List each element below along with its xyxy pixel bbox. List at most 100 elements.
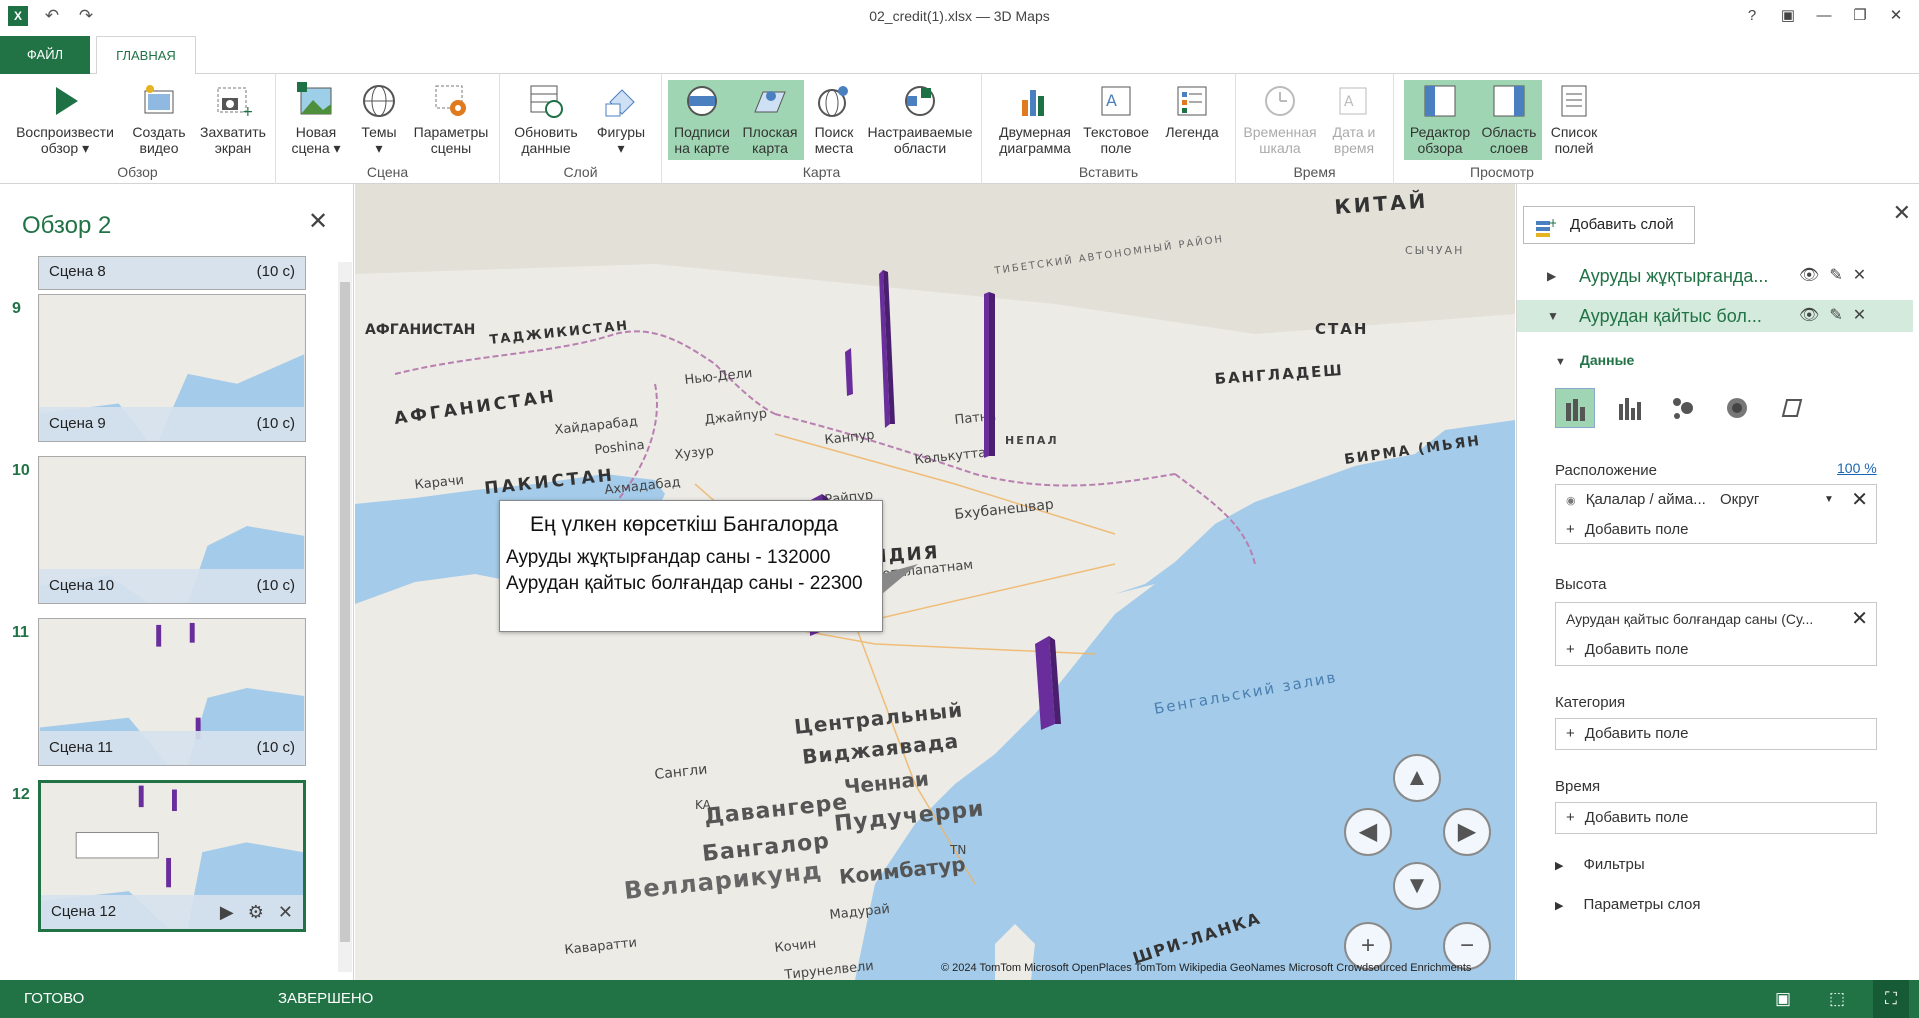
pencil-icon[interactable]: ✎ bbox=[1829, 300, 1842, 332]
data-section-header[interactable]: ▼ Данные bbox=[1555, 352, 1634, 368]
eye-icon[interactable]: 👁 bbox=[1799, 300, 1819, 332]
ribbon-group-tour: Воспроизвести обзор ▾ Создать видео + За… bbox=[0, 74, 276, 184]
gear-icon[interactable]: ⚙ bbox=[248, 895, 264, 929]
field-list-button[interactable]: Список полей bbox=[1544, 80, 1604, 160]
tour-editor-pane: Обзор 2 ✕ Сцена 8 (10 с) 9 Сцена 9 (10 с) … bbox=[0, 184, 354, 980]
location-field-name: Қалалар / айма... bbox=[1585, 491, 1706, 508]
svg-text:A: A bbox=[1344, 94, 1354, 110]
pan-right-button[interactable]: ▶ bbox=[1443, 808, 1491, 856]
time-field-box: + Добавить поле bbox=[1555, 802, 1877, 834]
add-field-row[interactable]: + Добавить поле bbox=[1556, 635, 1876, 665]
map-canvas[interactable]: АФГАНИСТАН АФГАНИСТАН АФГАНИСТАН ТАДЖИКИ… bbox=[355, 184, 1515, 980]
capture-screen-button[interactable]: + Захватить экран bbox=[196, 80, 270, 160]
scene-card-8[interactable]: Сцена 8 (10 с) bbox=[38, 256, 306, 290]
flat-map-button[interactable]: Плоская карта bbox=[736, 80, 804, 160]
scrollbar[interactable] bbox=[338, 262, 352, 972]
calendar-icon: A bbox=[1335, 82, 1373, 120]
timeline-button[interactable]: Временная шкала bbox=[1240, 80, 1320, 160]
maximize-button[interactable]: ❐ bbox=[1847, 4, 1873, 28]
stacked-column-icon[interactable] bbox=[1555, 388, 1595, 428]
collapse-icon[interactable]: ▼ bbox=[1547, 300, 1559, 332]
filters-section[interactable]: ▶ Фильтры bbox=[1555, 856, 1645, 873]
date-time-button[interactable]: A Дата и время bbox=[1322, 80, 1386, 160]
bubble-icon[interactable] bbox=[1663, 388, 1703, 428]
height-field-row[interactable]: Аурудан қайтыс болғандар саны (Су... ✕ bbox=[1556, 603, 1876, 635]
data-bar[interactable] bbox=[984, 292, 995, 458]
scene-card-11[interactable]: Сцена 11 (10 с) bbox=[38, 618, 306, 766]
create-video-button[interactable]: Создать видео bbox=[124, 80, 194, 160]
legend-button[interactable]: Легенда bbox=[1156, 80, 1228, 160]
delete-icon[interactable]: ✕ bbox=[1853, 260, 1866, 292]
scene-card-10[interactable]: Сцена 10 (10 с) bbox=[38, 456, 306, 604]
tour-editor-button[interactable]: Редактор обзора bbox=[1404, 80, 1476, 160]
time-label: Время bbox=[1555, 778, 1601, 795]
custom-regions-icon bbox=[901, 82, 939, 120]
close-icon[interactable]: ✕ bbox=[306, 210, 330, 234]
map-label: АФГАНИСТАН bbox=[365, 322, 475, 338]
select-icon[interactable]: ⬚ bbox=[1819, 980, 1855, 1018]
eye-icon[interactable]: 👁 bbox=[1799, 260, 1819, 292]
delete-icon[interactable]: ✕ bbox=[1853, 300, 1866, 332]
heatmap-icon[interactable] bbox=[1717, 388, 1757, 428]
pencil-icon[interactable]: ✎ bbox=[1829, 260, 1842, 292]
pan-up-button[interactable]: ▲ bbox=[1393, 754, 1441, 802]
add-layer-button[interactable]: + Добавить слой bbox=[1523, 206, 1695, 244]
scene-card-9[interactable]: Сцена 9 (10 с) bbox=[38, 294, 306, 442]
refresh-icon bbox=[527, 82, 565, 120]
expand-icon[interactable]: ▶ bbox=[1547, 260, 1556, 292]
region-icon[interactable] bbox=[1771, 388, 1811, 428]
help-icon[interactable]: ? bbox=[1739, 4, 1765, 28]
picture-icon[interactable]: ▣ bbox=[1765, 980, 1801, 1018]
annotation-callout[interactable]: Ең үлкен көрсеткіш Бангалорда Ауруды жұқ… bbox=[499, 500, 883, 632]
tab-file[interactable]: ФАЙЛ bbox=[0, 36, 90, 74]
play-scene-icon[interactable]: ▶ bbox=[220, 895, 234, 929]
ribbon: Воспроизвести обзор ▾ Создать видео + За… bbox=[0, 74, 1919, 184]
tab-home[interactable]: ГЛАВНАЯ bbox=[96, 36, 196, 75]
svg-text:+: + bbox=[242, 104, 252, 120]
svg-text:A: A bbox=[1106, 91, 1117, 110]
bar-chart-icon bbox=[1016, 82, 1054, 120]
find-location-button[interactable]: Поиск места bbox=[806, 80, 862, 160]
scene-number: 10 bbox=[12, 462, 30, 479]
custom-regions-button[interactable]: Настраиваемые области bbox=[864, 80, 976, 160]
add-field-row[interactable]: + Добавить поле bbox=[1556, 515, 1876, 545]
delete-scene-icon[interactable]: ✕ bbox=[278, 895, 293, 929]
refresh-data-button[interactable]: Обновить данные bbox=[506, 80, 586, 160]
status-bar: ГОТОВО ЗАВЕРШЕНО ▣ ⬚ ⛶ bbox=[0, 980, 1919, 1018]
scene-number: 9 bbox=[12, 300, 21, 317]
chevron-down-icon[interactable]: ▼ bbox=[1824, 485, 1834, 515]
layer-pane: + Добавить слой ✕ ▶ Ауруды жұқтырғанда..… bbox=[1516, 184, 1919, 980]
minimize-button[interactable]: — bbox=[1811, 4, 1837, 28]
new-scene-button[interactable]: Новая сцена ▾ bbox=[284, 80, 348, 160]
close-icon[interactable]: ✕ bbox=[1893, 200, 1911, 226]
scrollbar-thumb[interactable] bbox=[340, 282, 350, 942]
scene-options-button[interactable]: Параметры сцены bbox=[408, 80, 494, 160]
layer-options-section[interactable]: ▶ Параметры слоя bbox=[1555, 896, 1700, 913]
scene-card-12[interactable]: Сцена 12 ▶ ⚙ ✕ bbox=[38, 780, 306, 932]
play-tour-button[interactable]: Воспроизвести обзор ▾ bbox=[8, 80, 122, 160]
radio-icon[interactable]: ◉ bbox=[1566, 495, 1576, 507]
text-box-button[interactable]: A Текстовое поле bbox=[1078, 80, 1154, 160]
fullscreen-icon[interactable]: ⛶ bbox=[1873, 980, 1909, 1018]
shapes-button[interactable]: Фигуры ▾ bbox=[588, 80, 654, 160]
remove-field-icon[interactable]: ✕ bbox=[1851, 603, 1868, 635]
map-labels-button[interactable]: Подписи на карте bbox=[668, 80, 736, 160]
layer-row[interactable]: ▶ Ауруды жұқтырғанда... 👁 ✎ ✕ bbox=[1517, 260, 1913, 292]
location-field-row[interactable]: ◉ Қалалар / айма... Округ ▼ ✕ bbox=[1556, 485, 1876, 515]
2d-chart-button[interactable]: Двумерная диаграмма bbox=[994, 80, 1076, 160]
add-field-row[interactable]: + Добавить поле bbox=[1556, 719, 1876, 749]
remove-field-icon[interactable]: ✕ bbox=[1851, 485, 1868, 515]
location-type-select[interactable]: Округ bbox=[1720, 485, 1759, 515]
layer-pane-button[interactable]: Область слоев bbox=[1476, 80, 1542, 160]
location-percent[interactable]: 100 % bbox=[1837, 460, 1877, 476]
themes-button[interactable]: Темы ▾ bbox=[350, 80, 408, 160]
pan-left-button[interactable]: ◀ bbox=[1344, 808, 1392, 856]
pan-down-button[interactable]: ▼ bbox=[1393, 862, 1441, 910]
add-field-row[interactable]: + Добавить поле bbox=[1556, 803, 1876, 833]
restore-ribbon-icon[interactable]: ▣ bbox=[1775, 4, 1801, 28]
group-label-insert: Вставить bbox=[1078, 164, 1139, 180]
clustered-column-icon[interactable] bbox=[1609, 388, 1649, 428]
layer-row[interactable]: ▼ Аурудан қайтыс бол... 👁 ✎ ✕ bbox=[1517, 300, 1913, 332]
height-field-box: Аурудан қайтыс болғандар саны (Су... ✕ +… bbox=[1555, 602, 1877, 666]
close-button[interactable]: ✕ bbox=[1883, 4, 1909, 28]
